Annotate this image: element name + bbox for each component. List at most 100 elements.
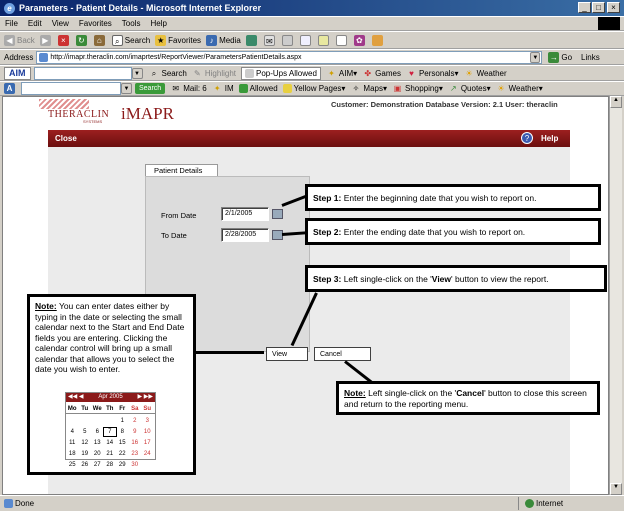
cancel-button[interactable]: Cancel: [314, 347, 371, 361]
menu-tools[interactable]: Tools: [117, 17, 146, 31]
calendar-day[interactable]: 8: [116, 428, 129, 436]
help-icon[interactable]: ?: [521, 132, 533, 144]
calendar-day[interactable]: 20: [91, 450, 104, 458]
aim-brand-button[interactable]: AIM: [4, 66, 31, 80]
refresh-button[interactable]: ↻: [75, 32, 89, 48]
forward-button[interactable]: ▶: [39, 32, 53, 48]
calendar-day[interactable]: 29: [116, 461, 129, 469]
calendar-day[interactable]: 27: [91, 461, 104, 469]
calendar-day[interactable]: 28: [104, 461, 117, 469]
go-button[interactable]: → Go: [548, 49, 572, 65]
calendar-day[interactable]: 4: [66, 428, 79, 436]
favorites-button[interactable]: ★ Favorites: [155, 32, 201, 48]
calendar-day[interactable]: 12: [79, 439, 92, 447]
calendar-day[interactable]: 18: [66, 450, 79, 458]
calendar-header: ◀◀ ◀ Apr 2005 ▶ ▶▶: [66, 393, 155, 402]
menu-view[interactable]: View: [47, 17, 74, 31]
view-button[interactable]: View: [266, 347, 308, 361]
menu-favorites[interactable]: Favorites: [74, 17, 117, 31]
calendar-day[interactable]: 5: [79, 428, 92, 436]
vertical-scrollbar[interactable]: ▲ ▼: [609, 96, 622, 495]
personals-button[interactable]: ♥ Personals ▾: [406, 65, 458, 81]
calendar-day[interactable]: 21: [104, 450, 117, 458]
app-nav-bar: [48, 130, 570, 147]
calendar-day[interactable]: 23: [129, 450, 142, 458]
allowed-button[interactable]: Allowed: [238, 81, 278, 97]
close-window-button[interactable]: ×: [607, 2, 620, 13]
bluetooth-button[interactable]: [371, 32, 385, 48]
calendar-day[interactable]: 16: [129, 439, 142, 447]
history-button[interactable]: [245, 32, 259, 48]
aim-dropdown-icon[interactable]: ▼: [131, 67, 143, 79]
calendar-day[interactable]: 2: [129, 417, 142, 425]
calendar-prev-icon[interactable]: ◀◀ ◀: [68, 393, 84, 402]
calendar-day[interactable]: 24: [141, 450, 154, 458]
stop-icon: ×: [57, 34, 69, 46]
mail-count-button[interactable]: ✉ Mail: 6: [170, 81, 206, 97]
aim-search-button[interactable]: ⌕ Search: [149, 65, 187, 81]
close-link[interactable]: Close: [55, 134, 77, 143]
mail-button[interactable]: ✉: [263, 32, 277, 48]
calendar-day[interactable]: 25: [66, 461, 79, 469]
help-link[interactable]: Help: [541, 134, 558, 143]
back-button[interactable]: ◀ Back: [4, 32, 35, 48]
toolbar-search-button[interactable]: Search: [135, 83, 166, 94]
from-calendar-icon[interactable]: [272, 209, 283, 219]
maps-button[interactable]: ✧ Maps ▾: [350, 81, 387, 97]
to-date-input[interactable]: 2/28/2005: [221, 228, 269, 242]
stop-button[interactable]: ×: [57, 32, 71, 48]
shopping-button[interactable]: ▣ Shopping ▾: [392, 81, 443, 97]
highlight-button[interactable]: ✎ Highlight: [192, 65, 236, 81]
toolbar-search-field[interactable]: [21, 82, 121, 95]
calendar-day[interactable]: 9: [129, 428, 142, 436]
media-button[interactable]: ♪ Media: [206, 32, 241, 48]
menu-edit[interactable]: Edit: [23, 17, 47, 31]
edit-button[interactable]: [299, 32, 313, 48]
calendar-day[interactable]: 19: [79, 450, 92, 458]
calendar-day[interactable]: 22: [116, 450, 129, 458]
discuss-button[interactable]: [317, 32, 331, 48]
calendar-day[interactable]: 3: [141, 417, 154, 425]
calendar-day[interactable]: 11: [66, 439, 79, 447]
menu-file[interactable]: File: [0, 17, 23, 31]
calendar-day[interactable]: 26: [79, 461, 92, 469]
im-button[interactable]: ✦ IM: [212, 81, 234, 97]
toolbar-weather-button[interactable]: ☀ Weather ▾: [496, 81, 543, 97]
calendar-week-row: 25 26 27 28 29 30: [66, 458, 155, 469]
running-man-icon: ✦: [328, 68, 335, 78]
address-dropdown-icon[interactable]: ▼: [530, 51, 541, 63]
quotes-button[interactable]: ↗ Quotes ▾: [448, 81, 491, 97]
messenger-button[interactable]: [335, 32, 349, 48]
calendar-day[interactable]: 30: [129, 461, 142, 469]
address-input[interactable]: http://imapr.theraclin.com/imaprtest/Rep…: [36, 50, 543, 64]
games-button[interactable]: ✤ Games: [362, 65, 401, 81]
maximize-button[interactable]: □: [592, 2, 605, 13]
links-label[interactable]: Links: [581, 53, 600, 62]
research-button[interactable]: ✿: [353, 32, 367, 48]
search-button[interactable]: ⌕ Search: [111, 32, 150, 48]
weather-button[interactable]: ☀ Weather: [464, 65, 506, 81]
minimize-button[interactable]: _: [578, 2, 591, 13]
calendar-day[interactable]: 17: [141, 439, 154, 447]
calendar-day[interactable]: 13: [91, 439, 104, 447]
print-icon: [281, 34, 293, 46]
home-button[interactable]: ⌂: [93, 32, 107, 48]
calendar-day[interactable]: 7: [102, 427, 117, 437]
menu-help[interactable]: Help: [145, 17, 171, 31]
history-icon: [245, 34, 257, 46]
calendar-day[interactable]: 15: [116, 439, 129, 447]
calendar-day[interactable]: 6: [91, 428, 104, 436]
calendar-day[interactable]: 10: [141, 428, 154, 436]
yellow-pages-button[interactable]: Yellow Pages ▾: [282, 81, 345, 97]
from-date-input[interactable]: 2/1/2005: [221, 207, 269, 221]
calendar-day[interactable]: 1: [116, 417, 129, 425]
scroll-up-icon[interactable]: ▲: [610, 96, 622, 108]
popups-button[interactable]: Pop-Ups Allowed: [241, 66, 321, 80]
aim-search-field[interactable]: [33, 66, 132, 80]
aim-menu-button[interactable]: ✦ AIM ▾: [326, 65, 357, 81]
scroll-down-icon[interactable]: ▼: [610, 483, 622, 495]
toolbar-dropdown-icon[interactable]: ▼: [121, 83, 132, 94]
calendar-next-icon[interactable]: ▶ ▶▶: [137, 393, 153, 402]
print-button[interactable]: [281, 32, 295, 48]
calendar-day[interactable]: 14: [104, 439, 117, 447]
